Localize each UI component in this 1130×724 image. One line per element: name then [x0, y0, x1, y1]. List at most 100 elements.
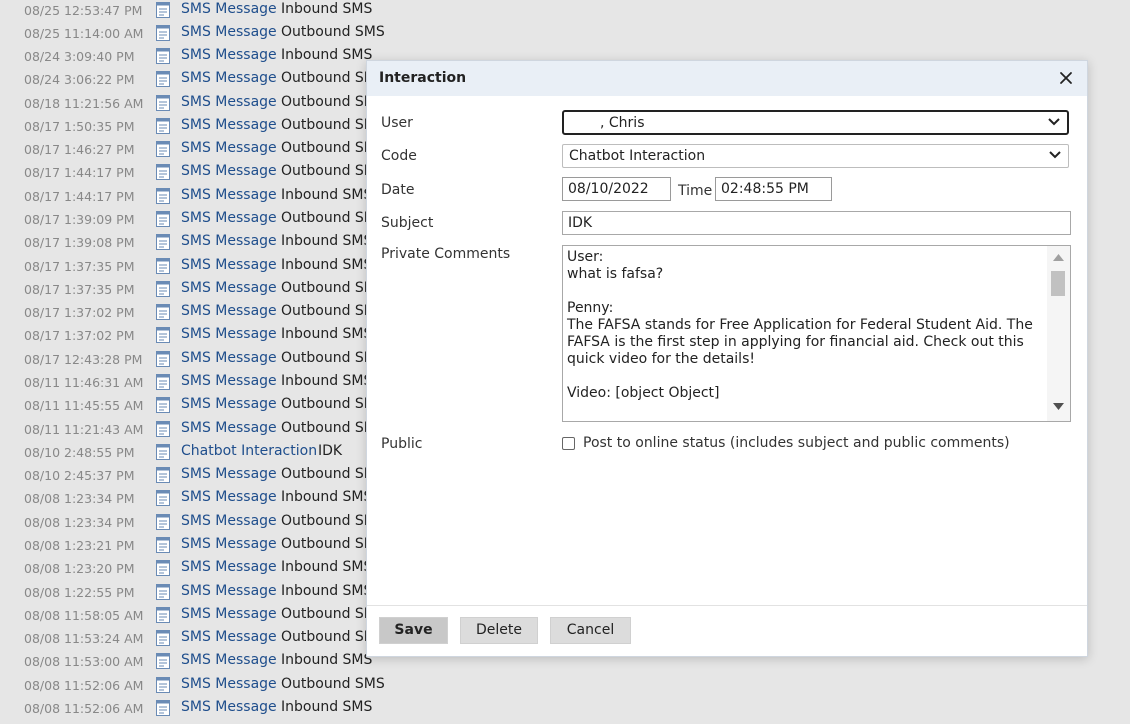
- message-icon: [156, 490, 170, 507]
- list-item-type: Inbound SMS: [281, 489, 373, 505]
- list-item-date: 08/17 1:39:08 PM: [24, 235, 135, 250]
- user-select[interactable]: , Chris: [562, 110, 1069, 135]
- public-checkbox-label[interactable]: Post to online status (includes subject …: [583, 435, 1010, 451]
- list-item-link[interactable]: SMS Message: [181, 117, 277, 133]
- list-item-date: 08/24 3:09:40 PM: [24, 49, 135, 64]
- list-item-link[interactable]: SMS Message: [181, 652, 277, 668]
- time-input[interactable]: 02:48:55 PM: [715, 177, 832, 201]
- list-item-type: Inbound SMS: [281, 1, 373, 17]
- dialog-title: Interaction: [379, 70, 467, 86]
- list-item-link[interactable]: SMS Message: [181, 24, 277, 40]
- list-item-link[interactable]: SMS Message: [181, 559, 277, 575]
- message-icon: [156, 653, 170, 670]
- list-item-link[interactable]: SMS Message: [181, 513, 277, 529]
- list-item-link[interactable]: SMS Message: [181, 70, 277, 86]
- list-item-link[interactable]: SMS Message: [181, 373, 277, 389]
- list-item-date: 08/24 3:06:22 PM: [24, 72, 135, 87]
- list-item-link[interactable]: Chatbot Interaction: [181, 443, 317, 459]
- list-item-date: 08/08 1:23:21 PM: [24, 538, 135, 553]
- list-item-type: Inbound SMS: [281, 373, 373, 389]
- message-icon: [156, 48, 170, 65]
- comments-scrollbar[interactable]: [1047, 246, 1070, 421]
- list-item-link[interactable]: SMS Message: [181, 676, 277, 692]
- list-item-link[interactable]: SMS Message: [181, 606, 277, 622]
- message-icon: [156, 607, 170, 624]
- cancel-button[interactable]: Cancel: [550, 617, 631, 644]
- date-input[interactable]: 08/10/2022: [562, 177, 671, 201]
- message-icon: [156, 584, 170, 601]
- list-item-link[interactable]: SMS Message: [181, 629, 277, 645]
- message-icon: [156, 234, 170, 251]
- list-item-date: 08/17 1:37:35 PM: [24, 282, 135, 297]
- list-item-type: Inbound SMS: [281, 699, 373, 715]
- scroll-up-icon[interactable]: [1053, 254, 1064, 261]
- list-item-date: 08/25 12:53:47 PM: [24, 3, 143, 18]
- scrollbar-thumb[interactable]: [1051, 271, 1065, 296]
- list-item-date: 08/08 11:53:00 AM: [24, 654, 144, 669]
- message-icon: [156, 281, 170, 298]
- list-item-link[interactable]: SMS Message: [181, 140, 277, 156]
- list-item-date: 08/11 11:46:31 AM: [24, 375, 144, 390]
- close-icon[interactable]: [1055, 67, 1077, 89]
- scroll-down-icon[interactable]: [1053, 403, 1064, 410]
- private-comments-textarea[interactable]: User: what is fafsa? Penny: The FAFSA stand…: [562, 245, 1071, 422]
- list-item-link[interactable]: SMS Message: [181, 396, 277, 412]
- footer-divider: [367, 605, 1087, 606]
- list-item-date: 08/08 1:23:20 PM: [24, 561, 135, 576]
- list-item-link[interactable]: SMS Message: [181, 420, 277, 436]
- comment-line: [567, 283, 1045, 300]
- list-item-date: 08/11 11:21:43 AM: [24, 422, 144, 437]
- comment-line: [567, 368, 1045, 385]
- list-item-date: 08/08 1:22:55 PM: [24, 585, 135, 600]
- list-item-link[interactable]: SMS Message: [181, 699, 277, 715]
- message-icon: [156, 258, 170, 275]
- list-item-date: 08/18 11:21:56 AM: [24, 96, 144, 111]
- message-icon: [156, 327, 170, 344]
- public-checkbox[interactable]: [562, 437, 575, 450]
- list-item-link[interactable]: SMS Message: [181, 1, 277, 17]
- save-button[interactable]: Save: [379, 617, 448, 644]
- code-select[interactable]: Chatbot Interaction: [562, 144, 1069, 168]
- list-item-date: 08/08 11:53:24 AM: [24, 631, 144, 646]
- list-item-type: Inbound SMS: [281, 326, 373, 342]
- date-input-value: 08/10/2022: [568, 181, 649, 197]
- list-item-link[interactable]: SMS Message: [181, 47, 277, 63]
- message-icon: [156, 467, 170, 484]
- list-item-date: 08/08 11:58:05 AM: [24, 608, 144, 623]
- list-item-type: Inbound SMS: [281, 559, 373, 575]
- list-item-type: IDK: [318, 443, 343, 459]
- message-icon: [156, 374, 170, 391]
- list-item-link[interactable]: SMS Message: [181, 303, 277, 319]
- list-item-link[interactable]: SMS Message: [181, 233, 277, 249]
- list-item-link[interactable]: SMS Message: [181, 350, 277, 366]
- list-item-link[interactable]: SMS Message: [181, 280, 277, 296]
- list-item-link[interactable]: SMS Message: [181, 536, 277, 552]
- list-item-link[interactable]: SMS Message: [181, 466, 277, 482]
- list-item-type: Outbound SMS: [281, 24, 385, 40]
- comment-line: The FAFSA stands for Free Application fo…: [567, 317, 1033, 367]
- message-icon: [156, 444, 170, 461]
- public-label: Public: [381, 436, 423, 452]
- list-item-type: Inbound SMS: [281, 187, 373, 203]
- list-item-type: Inbound SMS: [281, 47, 373, 63]
- list-item-link[interactable]: SMS Message: [181, 163, 277, 179]
- message-icon: [156, 2, 170, 19]
- comment-line: Video: [object Object]: [567, 385, 720, 401]
- list-item-link[interactable]: SMS Message: [181, 326, 277, 342]
- list-item-link[interactable]: SMS Message: [181, 187, 277, 203]
- list-item-link[interactable]: SMS Message: [181, 94, 277, 110]
- list-item-date: 08/17 1:46:27 PM: [24, 142, 135, 157]
- list-item-link[interactable]: SMS Message: [181, 583, 277, 599]
- list-item-date: 08/17 1:39:09 PM: [24, 212, 135, 227]
- message-icon: [156, 537, 170, 554]
- subject-input[interactable]: IDK: [562, 211, 1071, 235]
- user-select-value: , Chris: [600, 115, 645, 131]
- message-icon: [156, 71, 170, 88]
- list-item-date: 08/17 12:43:28 PM: [24, 352, 143, 367]
- delete-button[interactable]: Delete: [460, 617, 538, 644]
- list-item-date: 08/25 11:14:00 AM: [24, 26, 144, 41]
- list-item-link[interactable]: SMS Message: [181, 257, 277, 273]
- list-item-link[interactable]: SMS Message: [181, 210, 277, 226]
- list-item-link[interactable]: SMS Message: [181, 489, 277, 505]
- list-item-date: 08/17 1:37:02 PM: [24, 328, 135, 343]
